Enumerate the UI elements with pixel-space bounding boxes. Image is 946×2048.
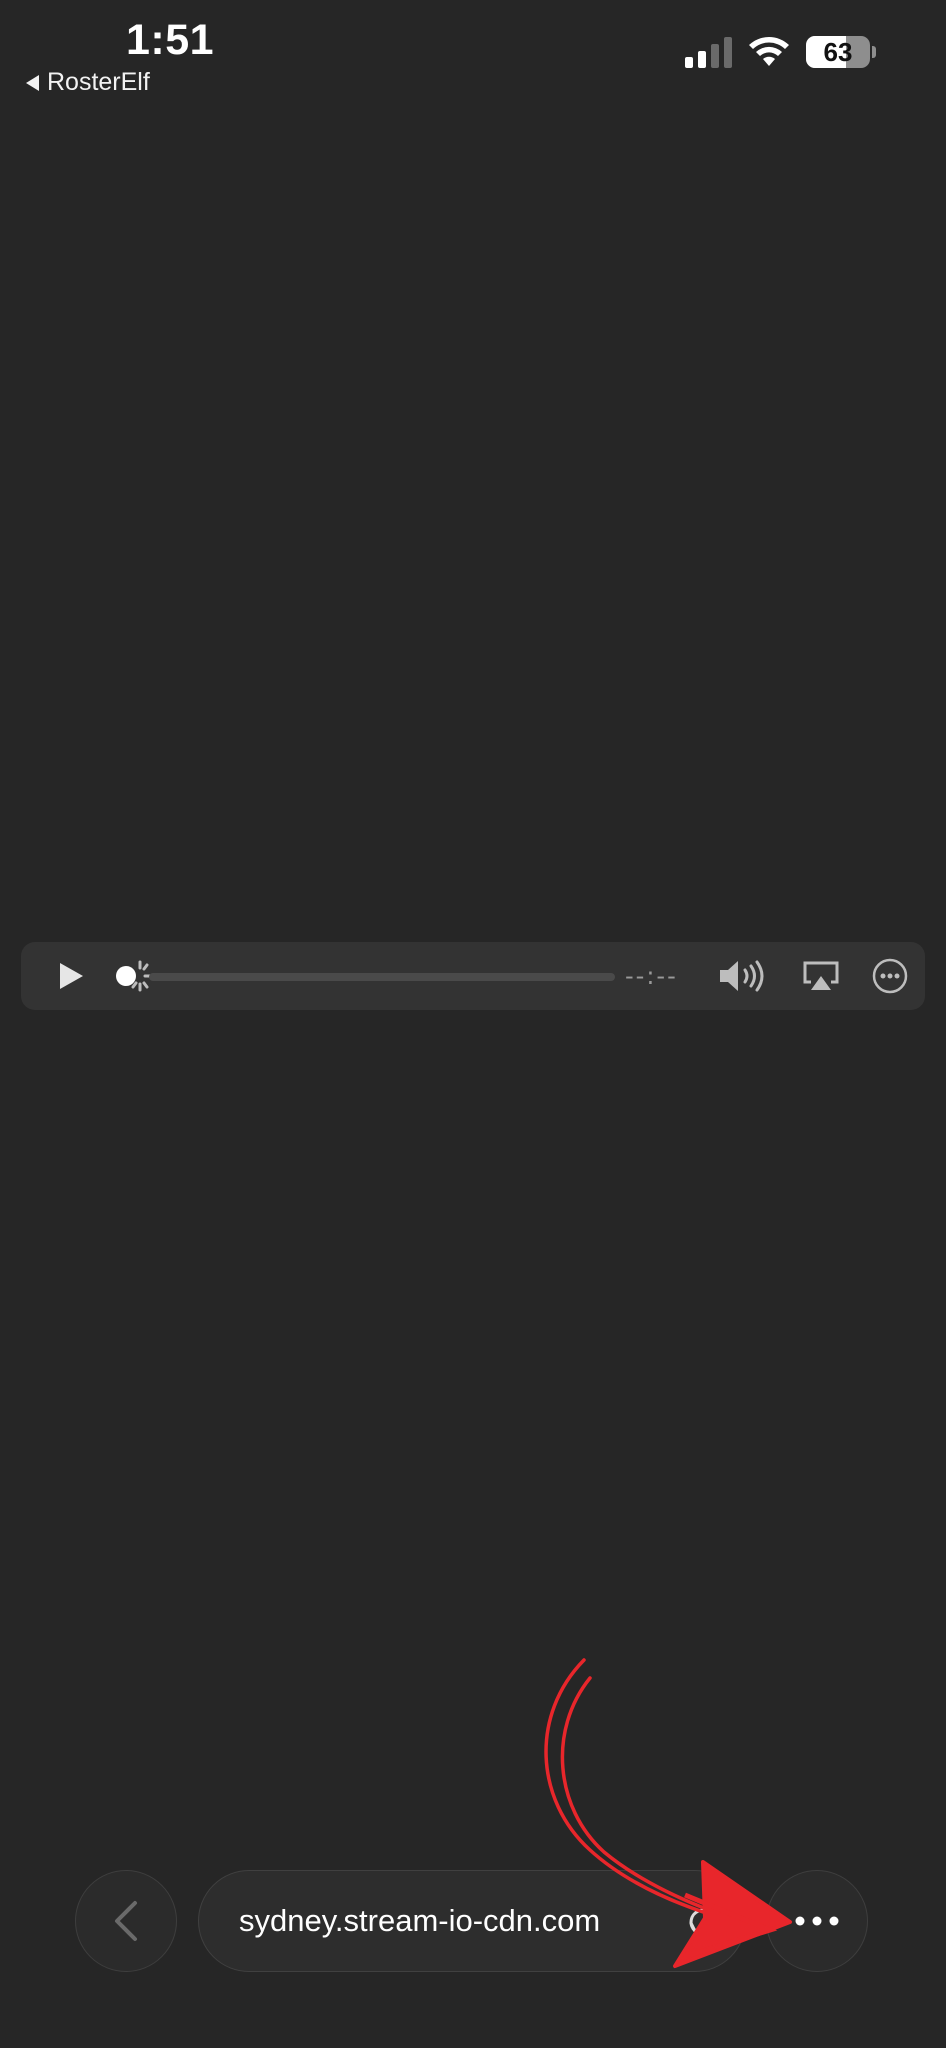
reload-icon[interactable] — [687, 1903, 723, 1939]
play-icon — [60, 963, 83, 989]
browser-toolbar: sydney.stream-io-cdn.com — [0, 1866, 946, 1976]
airplay-button[interactable] — [797, 942, 845, 1010]
wifi-icon — [749, 37, 789, 66]
back-triangle-icon — [26, 74, 39, 91]
back-app-label: RosterElf — [47, 68, 150, 96]
cellular-signal-icon — [685, 36, 732, 68]
audio-player: --:-- — [21, 942, 925, 1010]
airplay-icon — [803, 961, 839, 990]
chevron-left-icon — [115, 1901, 137, 1941]
progress-track[interactable] — [149, 973, 615, 981]
time-remaining: --:-- — [625, 962, 678, 990]
browser-menu-button[interactable] — [766, 1870, 868, 1972]
red-arrow-annotation — [544, 1658, 792, 1968]
status-time: 1:51 — [126, 16, 215, 64]
battery-percent: 63 — [823, 36, 853, 67]
play-button[interactable] — [49, 942, 93, 1010]
address-bar[interactable]: sydney.stream-io-cdn.com — [198, 1870, 746, 1972]
speaker-volume-icon — [720, 960, 764, 992]
more-options-button[interactable] — [867, 942, 913, 1010]
browser-back-button[interactable] — [75, 1870, 177, 1972]
url-text: sydney.stream-io-cdn.com — [239, 1903, 601, 1938]
back-to-app-link[interactable]: RosterElf — [26, 68, 150, 97]
volume-button[interactable] — [715, 942, 773, 1010]
battery-indicator: 63 — [806, 36, 870, 68]
ellipsis-icon — [795, 1916, 839, 1926]
more-options-icon — [872, 958, 908, 994]
status-icons: 63 — [685, 36, 876, 68]
